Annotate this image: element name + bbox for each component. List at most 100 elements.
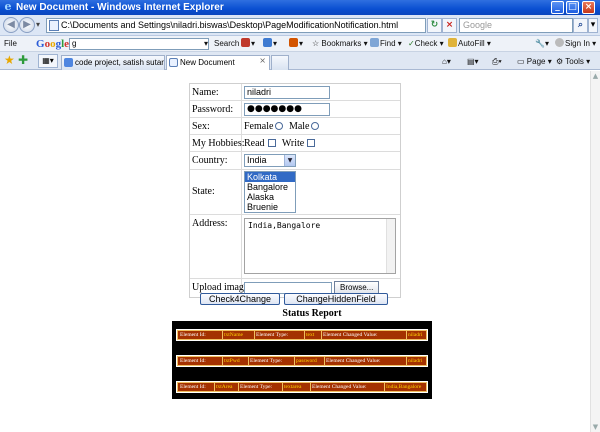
bookmarks-button[interactable]: ☆ Bookmarks ▾ <box>312 38 368 50</box>
change-hidden-field-button[interactable]: ChangeHiddenField <box>284 293 388 305</box>
find-button[interactable]: Find ▾ <box>370 38 402 50</box>
address-label: Address: <box>192 218 228 229</box>
upload-label: Upload image <box>192 282 249 293</box>
element-id-label: Element Id: <box>180 358 206 364</box>
bookmarks-label: Bookmarks <box>321 39 362 48</box>
tab-close-icon[interactable]: × <box>259 56 266 65</box>
report-row: Element Id: txtArea Element Type: textar… <box>176 381 428 393</box>
puzzle-icon[interactable]: ▾ <box>263 38 277 50</box>
page-content: Name: niladri Password: ●●●●●●● Sex: Fem… <box>0 71 600 432</box>
upload-path-input[interactable] <box>244 281 332 294</box>
form-row-sex: Sex: Female Male <box>190 118 400 135</box>
sex-label: Sex: <box>192 121 210 132</box>
element-changed-label: Element Changed Value: <box>326 358 381 364</box>
url-input[interactable]: C:\Documents and Settings\niladri.biswas… <box>46 18 426 33</box>
signin-button[interactable]: Sign In ▾ <box>555 38 596 50</box>
female-label: Female <box>244 121 274 132</box>
country-select[interactable]: India ▼ <box>244 154 296 167</box>
read-label: Read <box>244 138 265 149</box>
google-logo: Google <box>36 38 70 50</box>
feeds-icon[interactable]: ▤▾ <box>467 56 479 67</box>
address-textarea[interactable]: India,Bangalore <box>244 218 396 274</box>
window-titlebar: e New Document - Windows Internet Explor… <box>0 0 600 15</box>
element-type-value: password <box>296 358 317 364</box>
maximize-button[interactable]: □ <box>566 1 579 14</box>
element-id-value: txtName <box>224 332 243 338</box>
element-id-value: txtArea <box>216 384 233 390</box>
female-radio[interactable] <box>275 122 284 130</box>
find-label: Find <box>380 39 396 48</box>
scroll-up-icon[interactable]: ▲ <box>591 71 600 81</box>
element-type-label: Element Type: <box>240 384 273 390</box>
entry-form: Name: niladri Password: ●●●●●●● Sex: Fem… <box>189 83 401 298</box>
tab-new-document[interactable]: New Document × <box>166 55 270 70</box>
address-value: India,Bangalore <box>248 221 321 230</box>
tab-code-project[interactable]: code project, satish sutar - G... <box>61 55 165 70</box>
state-option-kolkata[interactable]: Kolkata <box>245 172 295 182</box>
ie-logo-icon: e <box>4 0 12 13</box>
google-tools-icon[interactable]: ▾ <box>241 38 255 50</box>
page-scrollbar[interactable]: ▲ ▼ <box>590 71 600 432</box>
state-listbox[interactable]: Kolkata Bangalore Alaska Bruenie <box>244 171 296 213</box>
google-toolbar: File Google g ▾ Search ▾ ▾ ▾ ☆ Bookmarks… <box>0 36 600 52</box>
file-menu[interactable]: File <box>4 38 17 50</box>
country-label: Country: <box>192 155 228 166</box>
forward-icon[interactable]: ▶ <box>19 17 35 33</box>
back-icon[interactable]: ◀ <box>3 17 19 33</box>
name-input[interactable]: niladri <box>244 86 330 99</box>
favorites-star-icon[interactable]: ★ <box>4 54 15 67</box>
element-id-label: Element Id: <box>180 332 206 338</box>
form-row-name: Name: niladri <box>190 84 400 101</box>
form-row-hobbies: My Hobbies: Read Write <box>190 135 400 152</box>
refresh-icon[interactable]: ↻ <box>427 18 442 33</box>
page-favicon-icon <box>169 58 178 67</box>
country-value: India <box>247 155 267 165</box>
page-menu[interactable]: ▭ Page ▾ <box>517 56 552 67</box>
password-input[interactable]: ●●●●●●● <box>244 103 330 116</box>
google-search-button[interactable]: Search <box>214 38 239 50</box>
add-favorites-icon[interactable]: ✚ <box>18 54 28 67</box>
print-icon[interactable]: ⎙▾ <box>492 56 502 67</box>
search-options-icon[interactable]: ▾ <box>588 18 598 33</box>
status-report-table: Element Id: txtName Element Type: text E… <box>172 321 432 399</box>
element-changed-label: Element Changed Value: <box>312 384 367 390</box>
google-search-input[interactable]: g <box>69 38 209 50</box>
form-row-state: State: Kolkata Bangalore Alaska Bruenie <box>190 170 400 215</box>
state-option-bangalore[interactable]: Bangalore <box>245 182 295 192</box>
home-icon[interactable]: ⌂▾ <box>442 56 451 67</box>
check-label: Check <box>414 39 438 48</box>
textarea-scrollbar[interactable] <box>386 219 395 273</box>
state-option-alaska[interactable]: Alaska <box>245 192 295 202</box>
autofill-button[interactable]: AutoFill ▾ <box>448 38 491 50</box>
state-label: State: <box>192 186 215 197</box>
name-label: Name: <box>192 87 219 98</box>
google-search-dropdown-icon[interactable]: ▾ <box>204 38 208 50</box>
password-label: Password: <box>192 104 234 115</box>
url-text: C:\Documents and Settings\niladri.biswas… <box>61 20 399 30</box>
element-changed-label: Element Changed Value: <box>323 332 378 338</box>
scroll-down-icon[interactable]: ▼ <box>591 422 600 432</box>
blocker-icon[interactable]: ▾ <box>289 38 303 50</box>
tab-label: New Document <box>180 58 235 67</box>
autofill-label: AutoFill <box>458 39 485 48</box>
minimize-button[interactable]: _ <box>551 1 564 14</box>
wrench-icon[interactable]: 🔧▾ <box>535 38 549 50</box>
form-row-address: Address: India,Bangalore <box>190 215 400 279</box>
state-option-bruenie[interactable]: Bruenie <box>245 202 295 212</box>
male-radio[interactable] <box>311 122 320 130</box>
tools-menu-label: Tools <box>565 57 584 66</box>
spell-check-button[interactable]: ✓Check ▾ <box>408 38 444 50</box>
element-changed-value: niladri <box>408 332 423 338</box>
read-checkbox[interactable] <box>267 139 276 147</box>
page-icon <box>49 20 59 31</box>
check4change-button[interactable]: Check4Change <box>200 293 280 305</box>
close-window-button[interactable]: × <box>582 1 595 14</box>
stop-icon[interactable]: × <box>442 18 457 33</box>
tools-menu[interactable]: ⚙ Tools ▾ <box>556 56 590 67</box>
quick-tabs-icon[interactable]: ▦▾ <box>38 54 58 68</box>
search-input[interactable]: Google <box>459 18 573 33</box>
history-dropdown-icon[interactable]: ▾ <box>36 20 40 29</box>
new-tab-button[interactable] <box>271 55 289 70</box>
search-go-icon[interactable]: ⌕ <box>573 18 588 33</box>
write-checkbox[interactable] <box>307 139 316 147</box>
